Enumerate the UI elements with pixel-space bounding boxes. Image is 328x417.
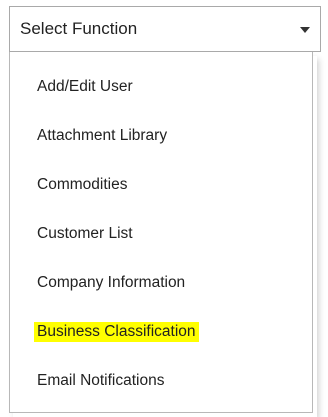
menu-item-email-notifications[interactable]: Email Notifications [10, 356, 312, 406]
menu-item-commodities[interactable]: Commodities [10, 160, 312, 210]
menu-item-label: Add/Edit User [37, 78, 133, 95]
function-dropdown-menu: Add/Edit User Attachment Library Commodi… [9, 52, 313, 413]
menu-item-label: Email Notifications [37, 372, 165, 389]
menu-item-label: Company Information [37, 274, 186, 291]
chevron-down-icon[interactable] [300, 27, 310, 33]
function-select[interactable]: Select Function [9, 6, 321, 52]
select-value: Select Function [20, 19, 138, 38]
menu-item-label-highlighted: Business Classification [34, 322, 199, 342]
menu-item-company-information[interactable]: Company Information [10, 258, 312, 308]
menu-item-customer-list[interactable]: Customer List [10, 209, 312, 259]
menu-item-attachment-library[interactable]: Attachment Library [10, 111, 312, 161]
menu-item-label: Commodities [37, 176, 128, 193]
menu-item-add-edit-user[interactable]: Add/Edit User [10, 62, 312, 112]
menu-item-label: Attachment Library [37, 127, 168, 144]
menu-item-business-classification[interactable]: Business Classification [10, 307, 312, 357]
menu-item-label: Customer List [37, 225, 133, 242]
